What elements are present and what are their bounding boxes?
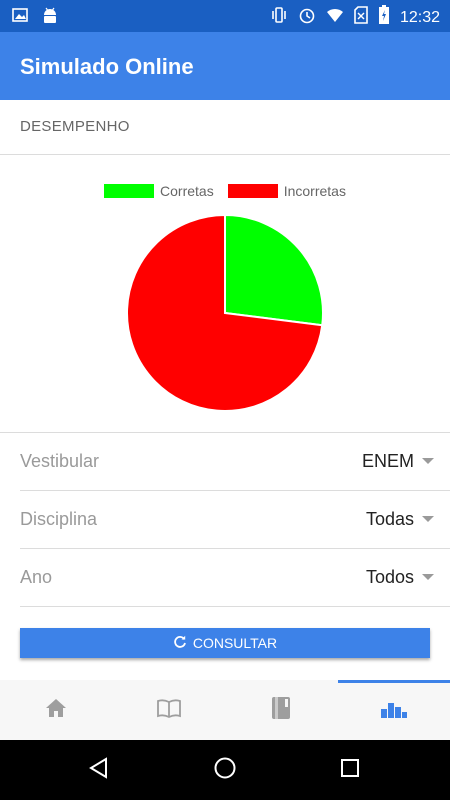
back-button[interactable] (84, 755, 114, 785)
filter-value[interactable]: ENEM (362, 451, 414, 472)
vibrate-icon (270, 6, 288, 29)
pie-slice-corretas (224, 213, 324, 327)
filter-disciplina[interactable]: Disciplina Todas (20, 491, 450, 549)
app-title: Simulado Online (20, 54, 194, 79)
refresh-icon (173, 635, 187, 652)
bottom-nav (0, 680, 450, 740)
nav-book[interactable] (225, 680, 338, 740)
filter-value[interactable]: Todas (366, 509, 414, 530)
app-bar: Simulado Online (0, 32, 450, 100)
book-icon (270, 696, 292, 725)
filter-label: Disciplina (20, 509, 98, 529)
home-circle-icon (213, 756, 237, 785)
dropdown-caret-icon[interactable] (422, 574, 434, 580)
recents-button[interactable] (335, 755, 365, 785)
consult-button[interactable]: CONSULTAR (20, 628, 430, 658)
status-time: 12:32 (399, 8, 440, 26)
dropdown-caret-icon[interactable] (422, 516, 434, 522)
filter-value[interactable]: Todos (366, 567, 414, 588)
image-icon (12, 7, 28, 30)
battery-icon (378, 5, 390, 30)
filter-ano[interactable]: Ano Todos (20, 549, 450, 607)
nav-open-book[interactable] (113, 680, 226, 740)
section-title: DESEMPENHO (20, 118, 130, 135)
nav-stats[interactable] (337, 680, 450, 740)
bar-chart-icon (380, 699, 408, 724)
recents-icon (340, 758, 360, 783)
alarm-icon (298, 6, 316, 29)
book-open-icon (156, 698, 182, 723)
no-sim-icon (354, 6, 368, 29)
pie-chart (126, 213, 324, 412)
filter-label: Ano (20, 567, 53, 587)
home-button[interactable] (210, 755, 240, 785)
home-icon (44, 697, 68, 724)
status-bar: 12:32 (0, 0, 450, 32)
wifi-icon (326, 7, 344, 28)
performance-chart: Corretas Incorretas (0, 155, 450, 433)
system-nav-bar (0, 740, 450, 800)
section-header: DESEMPENHO (0, 100, 450, 155)
filter-vestibular[interactable]: Vestibular ENEM (20, 433, 450, 491)
android-icon (42, 7, 58, 30)
consult-button-label: CONSULTAR (192, 635, 278, 651)
filter-label: Vestibular (20, 451, 100, 471)
dropdown-caret-icon[interactable] (422, 458, 434, 464)
back-icon (88, 756, 110, 784)
nav-home[interactable] (0, 680, 113, 740)
